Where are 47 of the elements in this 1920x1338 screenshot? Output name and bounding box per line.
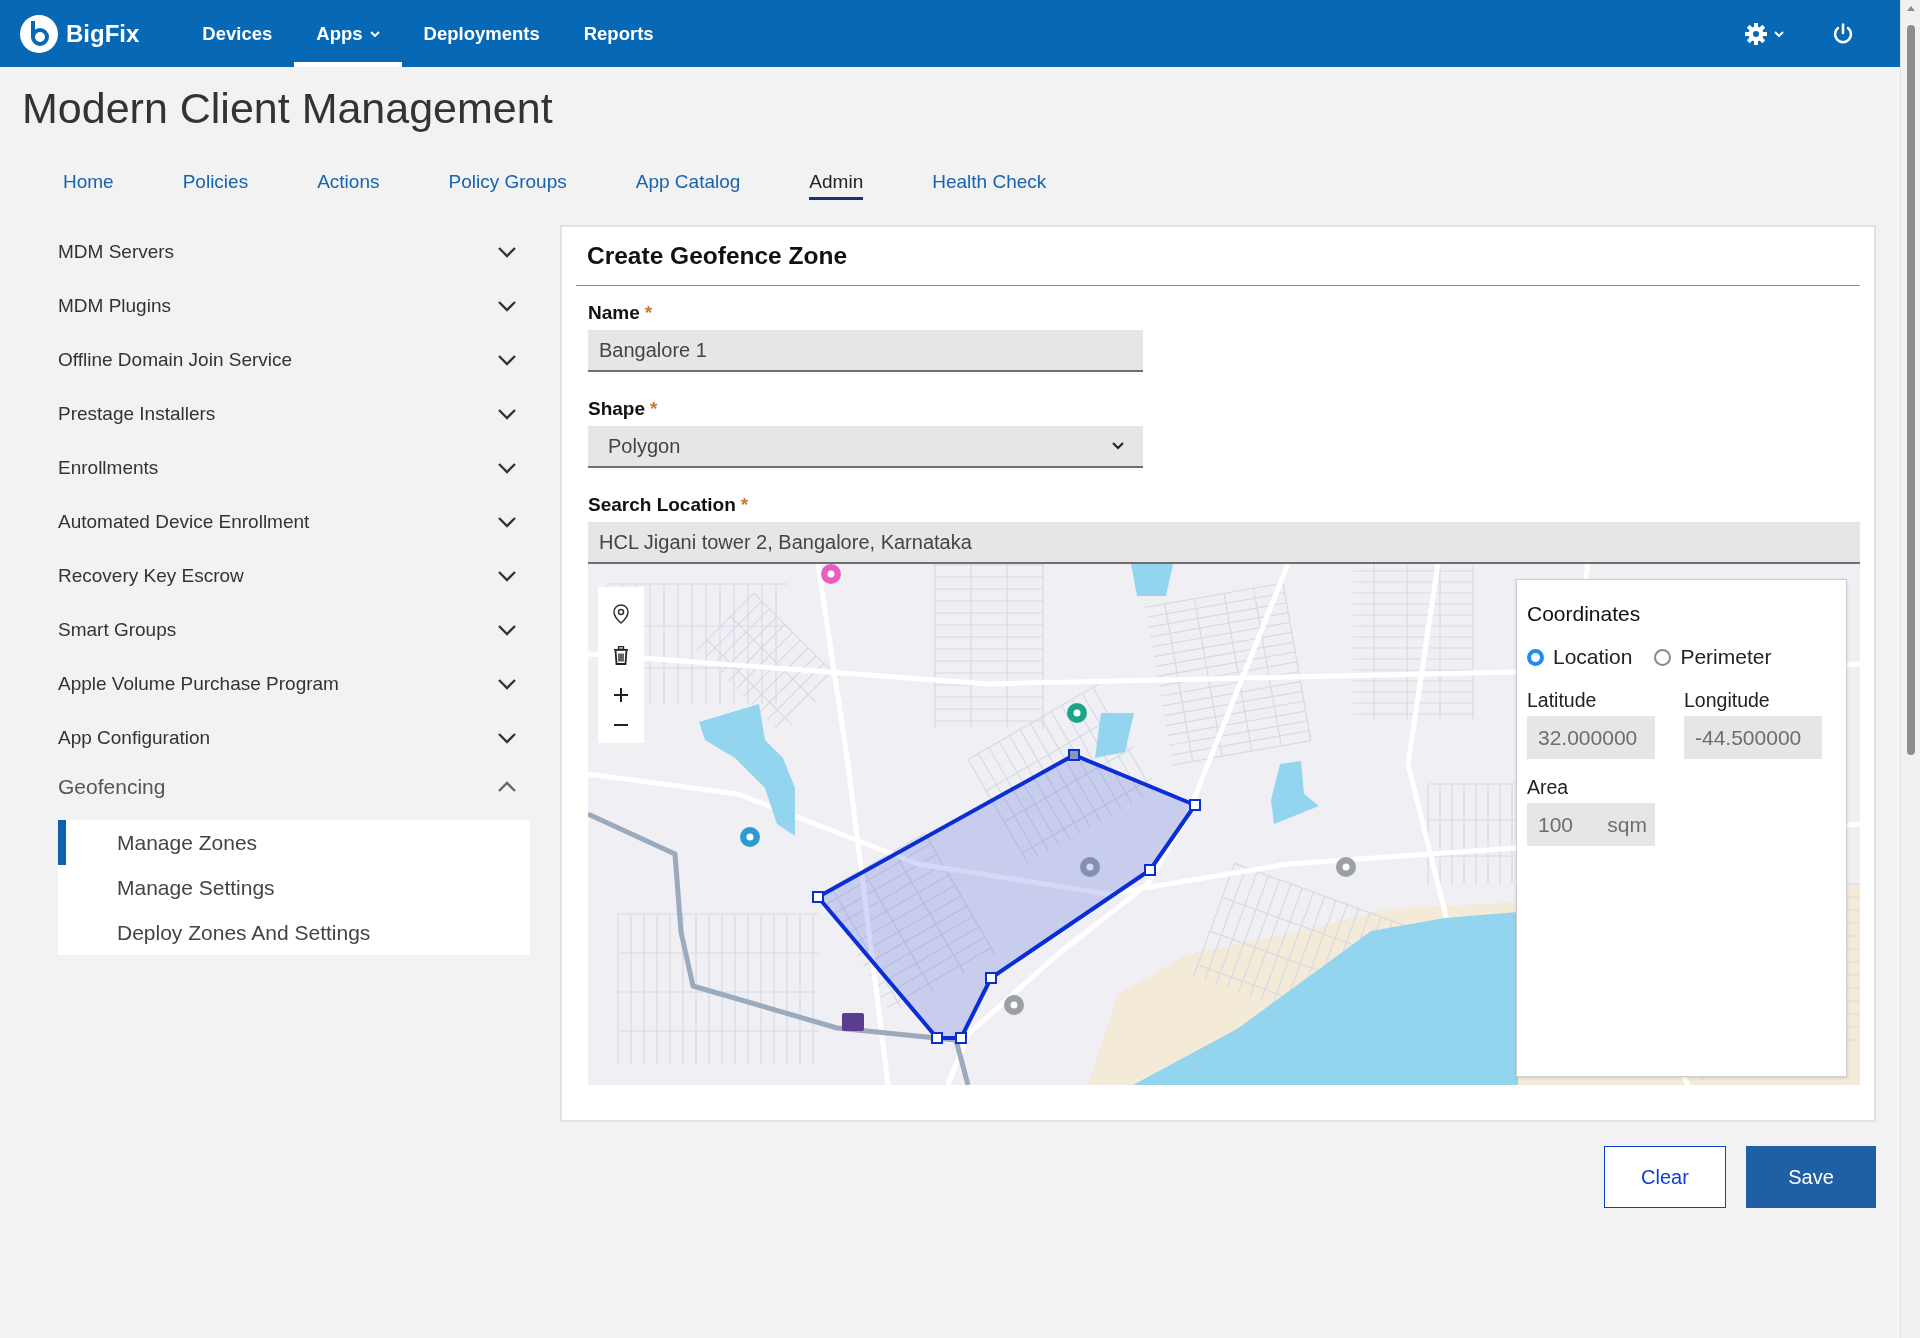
submenu-item[interactable]: Manage Zones [58, 820, 530, 865]
field-label: Latitude [1527, 689, 1597, 711]
submenu-item[interactable]: Manage Settings [58, 865, 530, 910]
page-title: Modern Client Management [22, 84, 553, 132]
sidebar-item[interactable]: Automated Device Enrollment [58, 495, 530, 549]
nav-link[interactable]: Devices [180, 0, 295, 67]
tab[interactable]: Actions [317, 170, 380, 200]
sidebar-item[interactable]: Offline Domain Join Service [58, 333, 530, 387]
panel-title: Create Geofence Zone [587, 242, 848, 270]
field-label: Search Location * [588, 494, 749, 516]
sidebar-item[interactable]: Recovery Key Escrow [58, 549, 530, 603]
search-field[interactable]: HCL Jigani tower 2, Bangalore, Karnataka [588, 522, 1860, 564]
power-icon[interactable] [1832, 22, 1854, 45]
brand-name: BigFix [66, 19, 140, 48]
clear-button[interactable]: Clear [1604, 1146, 1726, 1208]
sidebar-item[interactable]: Prestage Installers [58, 387, 530, 441]
scroll-up-arrow-icon[interactable] [1906, 6, 1915, 11]
text-field[interactable]: Bangalore 1 [588, 330, 1143, 372]
dropdown[interactable]: Polygon [588, 426, 1143, 468]
tab[interactable]: Home [63, 170, 114, 200]
save-button[interactable]: Save [1746, 1146, 1876, 1208]
nav-link[interactable]: Apps [294, 0, 402, 67]
field-label: Area [1527, 776, 1569, 798]
sidebar-item[interactable]: Geofencing [58, 765, 530, 809]
sidebar-item[interactable]: Apple Volume Purchase Program [58, 657, 530, 711]
scrollbar-thumb[interactable] [1906, 25, 1915, 755]
nav-link[interactable]: Deployments [401, 0, 562, 67]
sidebar-item[interactable]: MDM Plugins [58, 279, 530, 333]
field-label: Longitude [1684, 689, 1770, 711]
sidebar-item[interactable]: Enrollments [58, 441, 530, 495]
tab[interactable]: Policy Groups [448, 170, 567, 200]
field-label: Shape * [588, 398, 658, 420]
chevron-down-icon [1112, 442, 1124, 450]
nav-link[interactable]: Reports [561, 0, 676, 67]
caret-icon [1774, 30, 1784, 37]
logo-icon [20, 14, 58, 53]
panel-title: Coordinates [1527, 602, 1641, 626]
tab[interactable]: Policies [182, 170, 249, 200]
tab[interactable]: Admin [809, 170, 864, 200]
tab[interactable]: App Catalog [635, 170, 741, 200]
submenu-item[interactable]: Deploy Zones And Settings [58, 910, 530, 955]
sidebar-item[interactable]: App Configuration [58, 711, 530, 765]
sidebar-item[interactable]: Smart Groups [58, 603, 530, 657]
tab[interactable]: Health Check [932, 170, 1047, 200]
sidebar-item[interactable]: MDM Servers [58, 225, 530, 279]
field-label: Name * [588, 302, 653, 324]
settings-icon[interactable] [1745, 22, 1767, 45]
